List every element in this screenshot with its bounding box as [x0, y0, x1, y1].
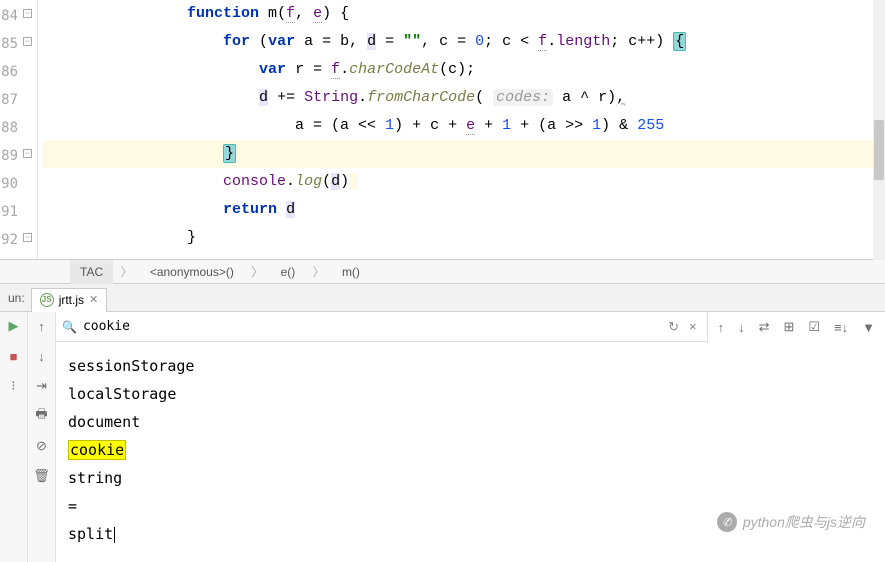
- code-line[interactable]: }: [43, 140, 885, 168]
- refresh-icon[interactable]: ↻: [668, 319, 679, 335]
- print-icon[interactable]: 🖶: [34, 408, 50, 424]
- code-line[interactable]: return d: [43, 196, 885, 224]
- clear-icon[interactable]: ⊘: [34, 438, 50, 454]
- clear-search-icon[interactable]: ×: [689, 319, 697, 335]
- line-number-gutter: 848586878889909192: [0, 0, 18, 259]
- toggle3-icon[interactable]: ☑: [808, 319, 820, 335]
- prev-match-icon[interactable]: ↑: [718, 320, 725, 335]
- code-line[interactable]: console.log(d): [43, 168, 885, 196]
- line-number: 85: [0, 30, 18, 58]
- wechat-icon: ✆: [717, 512, 737, 532]
- console-right-toolbar: ↑ ↓ ⇄ ⊞ ☑ ≡↓ ▼: [707, 312, 885, 342]
- run-toolbar: ▶ ■ ⁝: [0, 312, 28, 562]
- stop-icon[interactable]: ■: [6, 348, 22, 364]
- console-line: document: [68, 408, 873, 436]
- scrollbar-thumb[interactable]: [874, 120, 884, 180]
- run-tab-name: jrtt.js: [59, 286, 84, 314]
- search-input[interactable]: [83, 319, 662, 334]
- next-match-icon[interactable]: ↓: [738, 320, 745, 335]
- settings-icon[interactable]: ≡↓: [834, 320, 848, 335]
- scrollbar[interactable]: [873, 0, 885, 260]
- chevron-right-icon: 〉: [309, 265, 329, 279]
- code-line[interactable]: for (var a = b, d = "", c = 0; c < f.len…: [43, 28, 885, 56]
- fold-toggle-icon[interactable]: −: [23, 37, 32, 46]
- trash-icon[interactable]: 🗑: [34, 468, 50, 484]
- code-editor[interactable]: function m(f, e) { for (var a = b, d = "…: [38, 0, 885, 259]
- toggle2-icon[interactable]: ⊞: [783, 319, 794, 335]
- search-icon: 🔍: [62, 320, 77, 334]
- fold-toggle-icon[interactable]: −: [23, 149, 32, 158]
- breadcrumb-item[interactable]: <anonymous>(): [140, 260, 244, 284]
- rerun-icon[interactable]: ▶: [6, 318, 22, 334]
- code-line[interactable]: }: [43, 224, 885, 252]
- down-arrow-icon[interactable]: ↓: [34, 348, 50, 364]
- line-number: 88: [0, 114, 18, 142]
- console-line: cookie: [68, 436, 873, 464]
- run-label: un:: [2, 284, 31, 312]
- watermark: ✆ python爬虫与js逆向: [717, 512, 865, 532]
- console-line: sessionStorage: [68, 352, 873, 380]
- run-tab-bar: un: JS jrtt.js ✕: [0, 284, 885, 312]
- close-icon[interactable]: ✕: [89, 286, 98, 314]
- toggle1-icon[interactable]: ⇄: [759, 319, 770, 335]
- run-tab[interactable]: JS jrtt.js ✕: [31, 288, 108, 312]
- more-icon[interactable]: ⁝: [6, 378, 22, 394]
- breadcrumb: TAC 〉 <anonymous>() 〉 e() 〉 m(): [0, 260, 885, 284]
- fold-toggle-icon[interactable]: −: [23, 233, 32, 242]
- line-number: 91: [0, 198, 18, 226]
- breadcrumb-item[interactable]: e(): [271, 260, 306, 284]
- line-number: 89: [0, 142, 18, 170]
- breadcrumb-item[interactable]: TAC: [70, 260, 113, 284]
- wrap-icon[interactable]: ⇥: [34, 378, 50, 394]
- watermark-text: python爬虫与js逆向: [743, 512, 865, 532]
- console-toolbar: ↑ ↓ ⇥ 🖶 ⊘ 🗑: [28, 312, 56, 562]
- breadcrumb-item[interactable]: m(): [332, 260, 370, 284]
- code-line[interactable]: var r = f.charCodeAt(c);: [43, 56, 885, 84]
- up-arrow-icon[interactable]: ↑: [34, 318, 50, 334]
- line-number: 84: [0, 2, 18, 30]
- line-number: 92: [0, 226, 18, 254]
- line-number: 86: [0, 58, 18, 86]
- console-line: localStorage: [68, 380, 873, 408]
- chevron-right-icon: 〉: [116, 265, 136, 279]
- line-number: 87: [0, 86, 18, 114]
- js-file-icon: JS: [40, 293, 54, 307]
- code-line[interactable]: d += String.fromCharCode( codes: a ^ r),: [43, 84, 885, 112]
- filter-icon[interactable]: ▼: [862, 320, 875, 335]
- code-line[interactable]: function m(f, e) {: [43, 0, 885, 28]
- fold-gutter: − − − −: [18, 0, 38, 259]
- line-number: 90: [0, 170, 18, 198]
- code-line[interactable]: a = (a << 1) + c + e + 1 + (a >> 1) & 25…: [43, 112, 885, 140]
- console-line: string: [68, 464, 873, 492]
- console-search-bar: 🔍 ↻ ×: [56, 312, 707, 342]
- chevron-right-icon: 〉: [247, 265, 267, 279]
- fold-toggle-icon[interactable]: −: [23, 9, 32, 18]
